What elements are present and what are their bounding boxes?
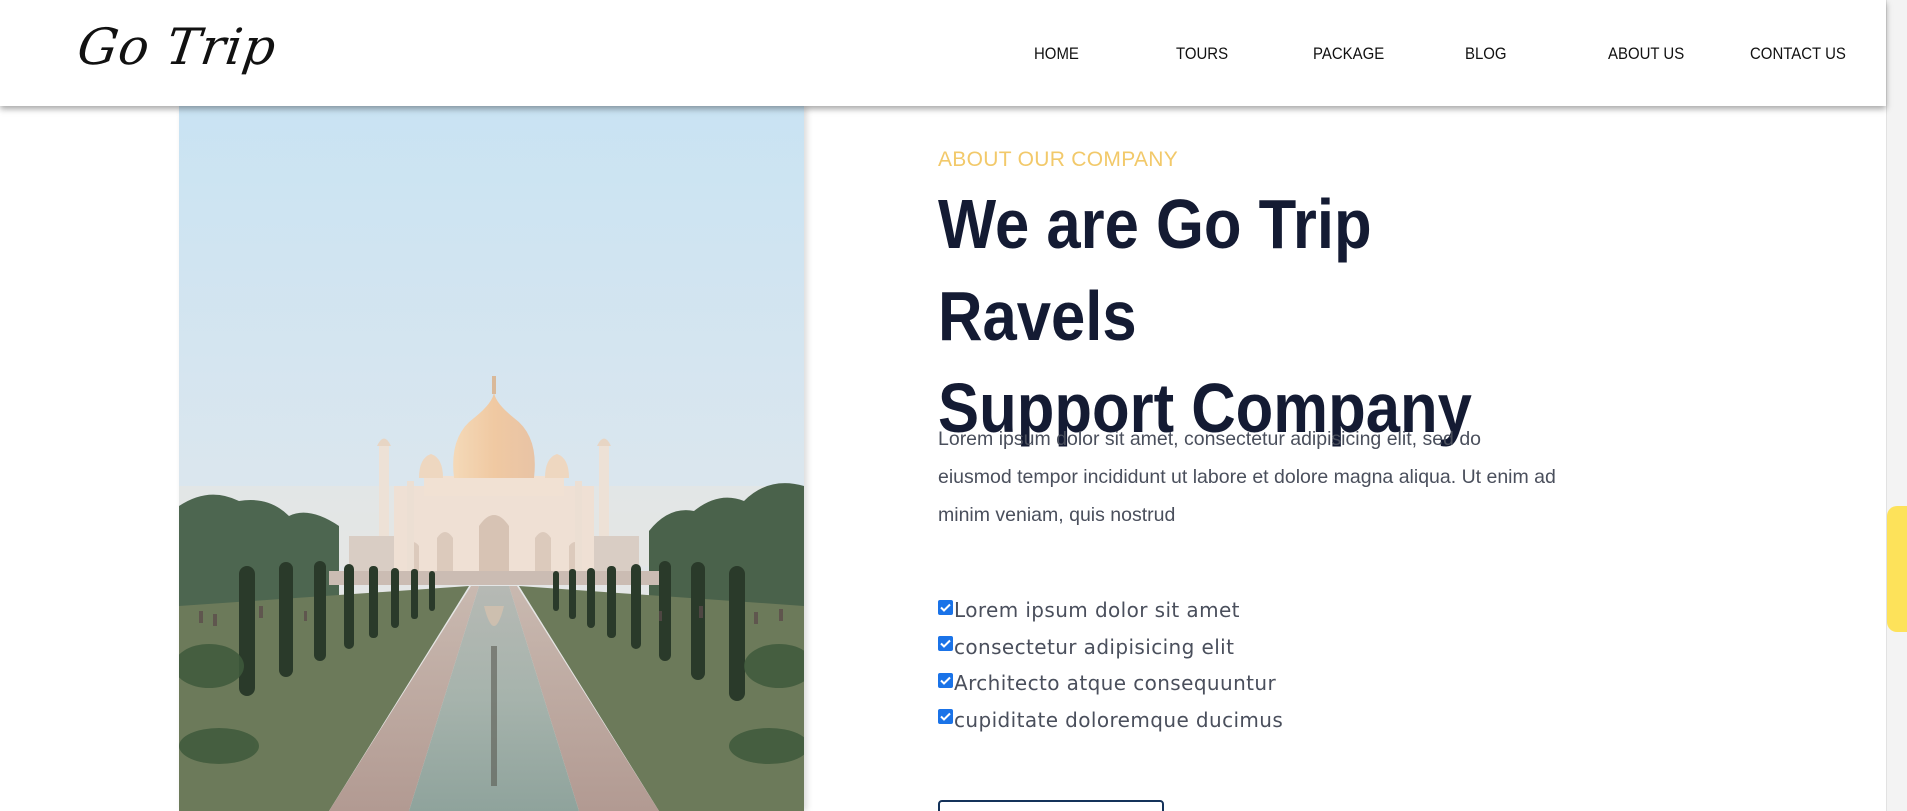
checkbox-checked-icon[interactable]	[938, 636, 953, 652]
section-eyebrow: ABOUT OUR COMPANY	[938, 148, 1179, 171]
headline-line-1: We are Go Trip Ravels	[938, 185, 1372, 355]
feature-checklist: Lorem ipsum dolor sit amet consectetur a…	[938, 592, 1283, 738]
checklist-item-label: consectetur adipisicing elit	[954, 634, 1235, 659]
checklist-item: Lorem ipsum dolor sit amet	[938, 592, 1283, 629]
checklist-item-label: Architecto atque consequuntur	[954, 671, 1277, 696]
cta-button[interactable]	[938, 800, 1164, 811]
checkbox-checked-icon[interactable]	[938, 672, 953, 688]
checklist-item: Architecto atque consequuntur	[938, 665, 1283, 702]
checkbox-checked-icon[interactable]	[938, 599, 953, 615]
page-scrollbar-track[interactable]	[1886, 0, 1907, 811]
nav-about-us[interactable]: ABOUT US	[1608, 44, 1684, 64]
nav-home[interactable]: HOME	[1034, 44, 1079, 64]
page-scrollbar-thumb[interactable]	[1887, 506, 1907, 632]
nav-package[interactable]: PACKAGE	[1313, 44, 1384, 64]
site-header: Go Trip HOME TOURS PACKAGE BLOG ABOUT US…	[0, 0, 1886, 106]
checklist-item: cupiditate doloremque ducimus	[938, 702, 1283, 739]
nav-contact-us[interactable]: CONTACT US	[1750, 44, 1846, 64]
page: Go Trip HOME TOURS PACKAGE BLOG ABOUT US…	[0, 0, 1907, 811]
checklist-item-label: Lorem ipsum dolor sit amet	[954, 598, 1240, 623]
checklist-item-label: cupiditate doloremque ducimus	[954, 707, 1284, 732]
nav-blog[interactable]: BLOG	[1465, 44, 1507, 64]
checklist-item: consectetur adipisicing elit	[938, 629, 1283, 666]
section-headline: We are Go Trip Ravels Support Company	[938, 178, 1554, 454]
checkbox-checked-icon[interactable]	[938, 709, 953, 725]
nav-tours[interactable]: TOURS	[1176, 44, 1228, 64]
site-logo[interactable]: Go Trip	[74, 18, 280, 76]
taj-mahal-photo	[179, 106, 804, 811]
section-body: Lorem ipsum dolor sit amet, consectetur …	[938, 428, 1556, 526]
